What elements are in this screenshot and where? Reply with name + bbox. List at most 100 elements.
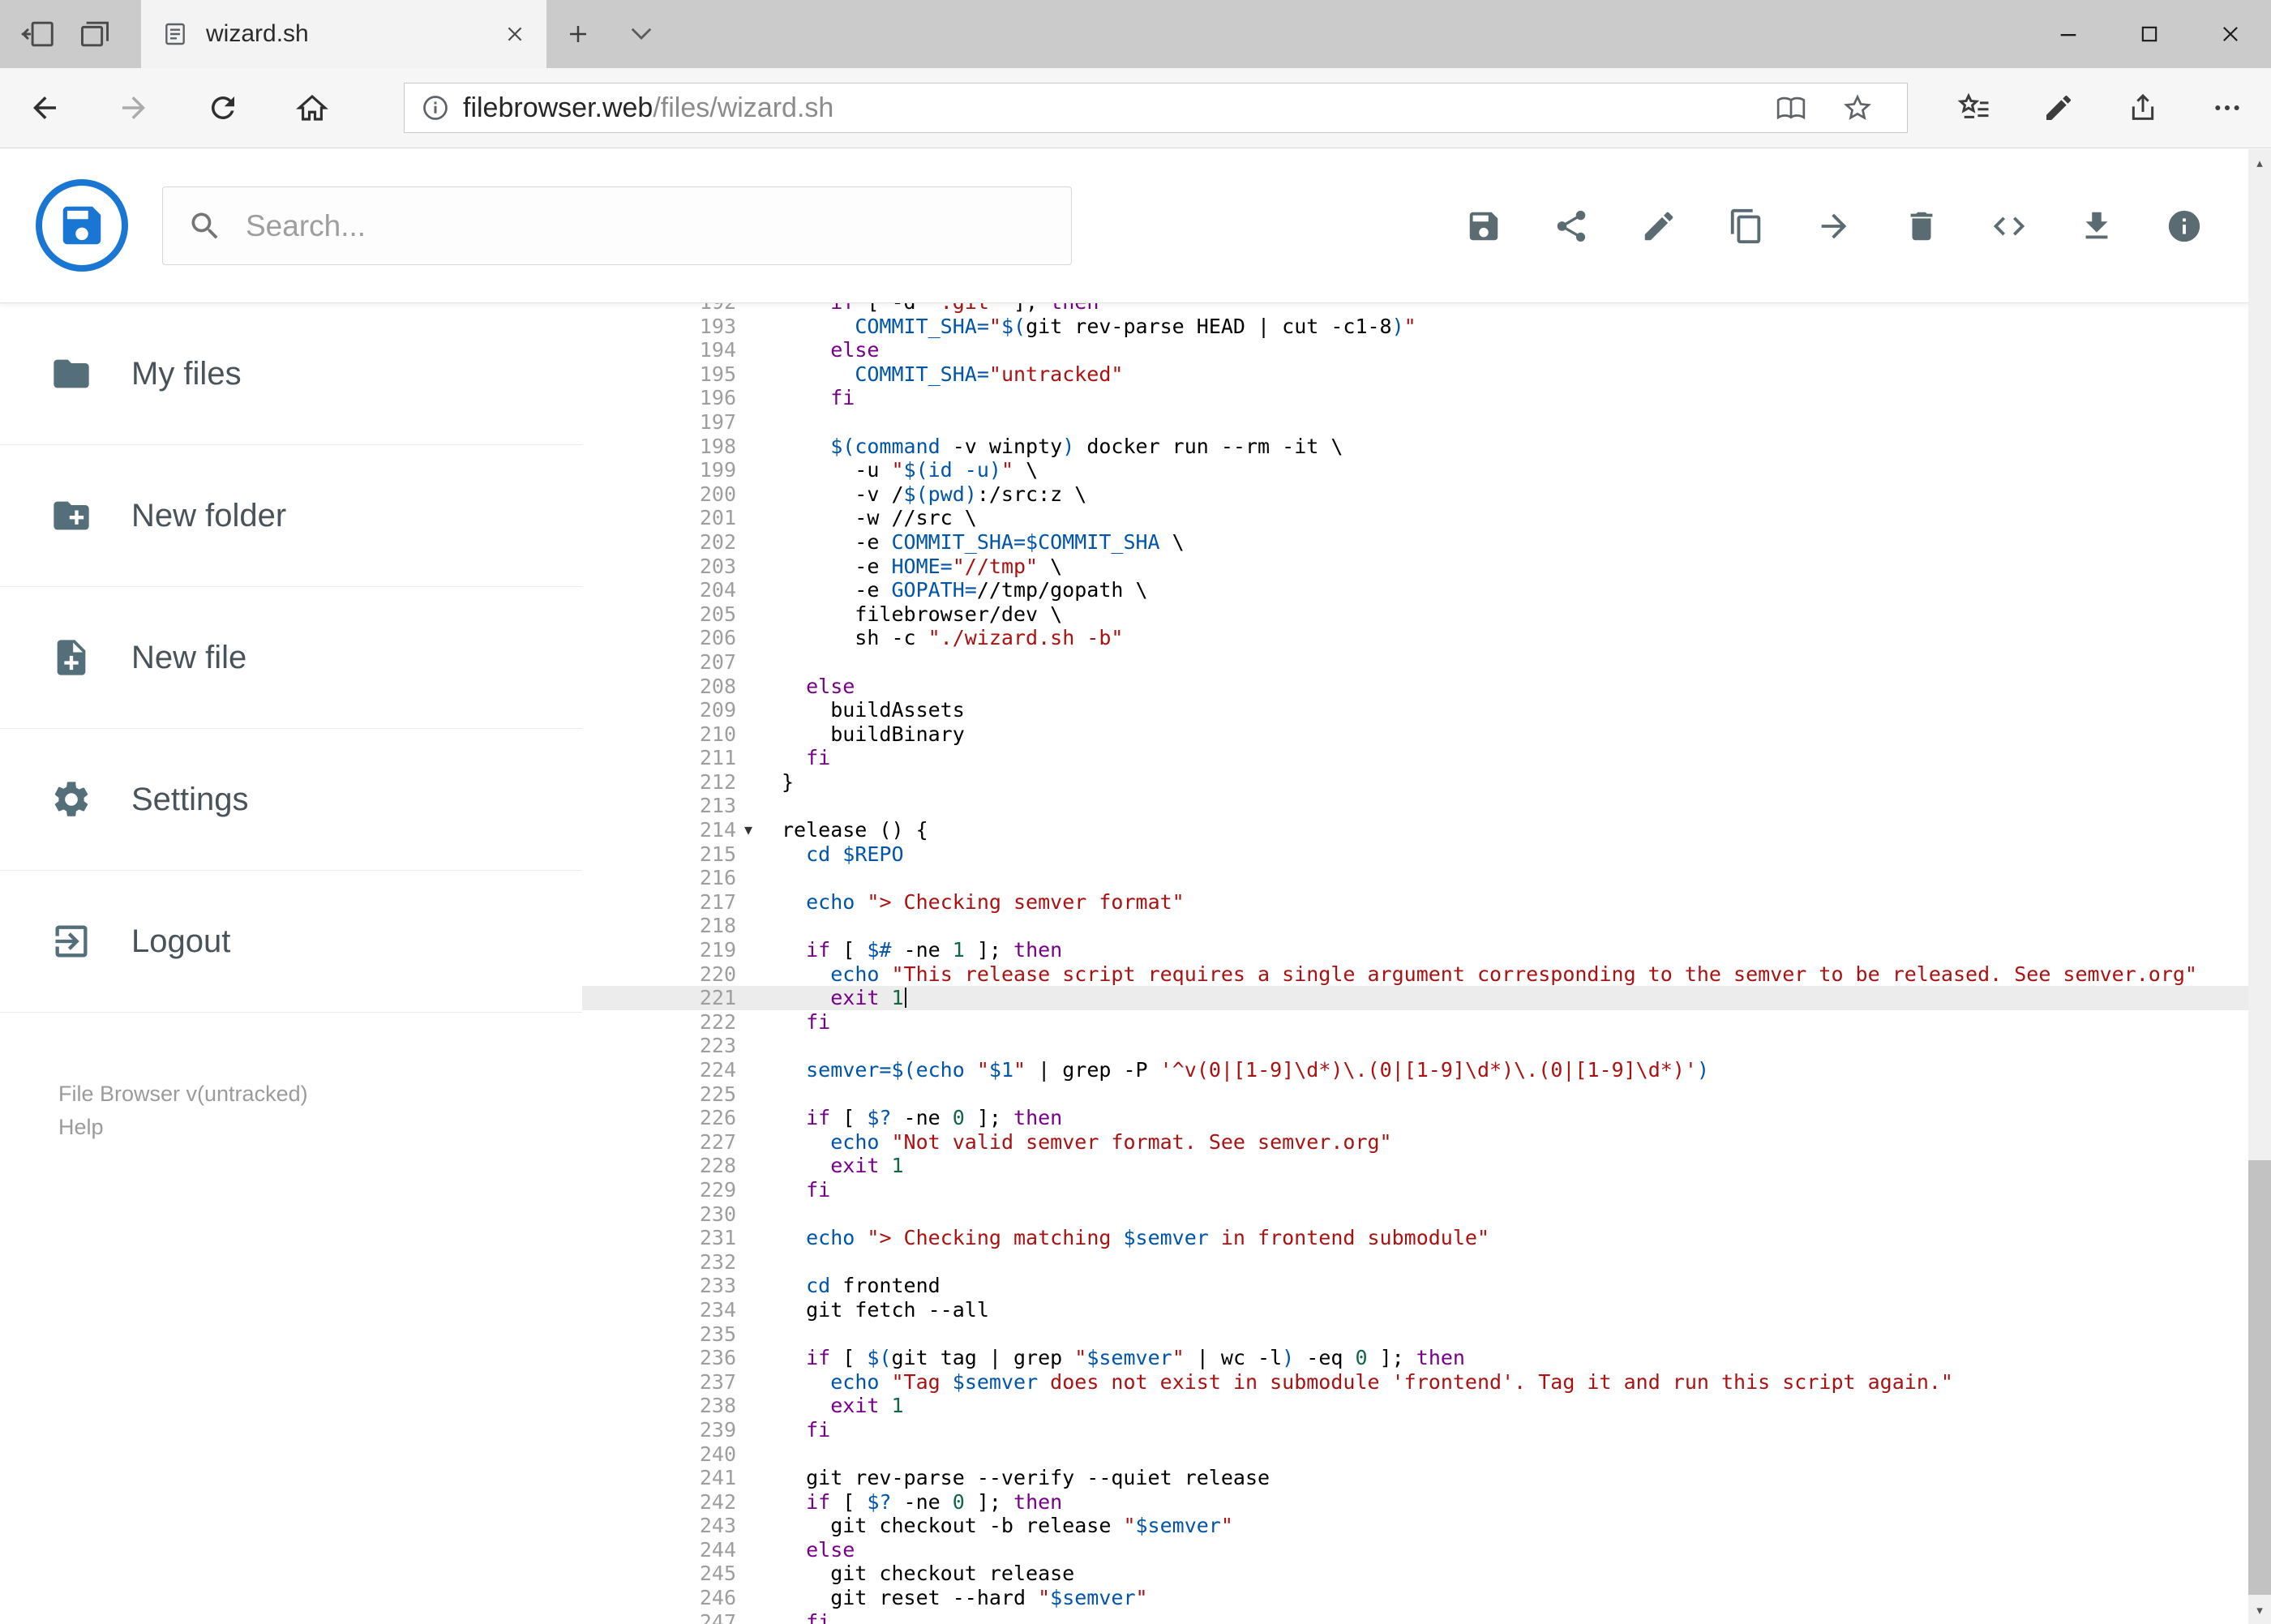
save-icon[interactable] [1465, 208, 1502, 245]
vertical-scrollbar[interactable]: ▴ ▾ [2248, 149, 2271, 1624]
page-info-icon[interactable] [421, 93, 450, 122]
code-line-220[interactable]: 220 echo "This release script requires a… [582, 962, 2248, 987]
code-line-221[interactable]: 221 exit 1 [582, 986, 2248, 1010]
scrollbar-thumb[interactable] [2248, 1160, 2271, 1595]
code-line-234[interactable]: 234 git fetch --all [582, 1298, 2248, 1322]
search-input[interactable] [246, 208, 1047, 243]
sidebar-item-settings[interactable]: Settings [0, 729, 582, 871]
fold-arrow-icon[interactable]: ▾ [736, 818, 782, 842]
code-line-231[interactable]: 231 echo "> Checking matching $semver in… [582, 1226, 2248, 1250]
code-line-198[interactable]: 198 $(command -v winpty) docker run --rm… [582, 435, 2248, 459]
code-line-236[interactable]: 236 if [ $(git tag | grep "$semver" | wc… [582, 1346, 2248, 1370]
share-icon[interactable] [2101, 91, 2185, 125]
code-line-208[interactable]: 208 else [582, 675, 2248, 699]
code-line-209[interactable]: 209 buildAssets [582, 698, 2248, 722]
code-line-195[interactable]: 195 COMMIT_SHA="untracked" [582, 362, 2248, 387]
add-favorite-star-icon[interactable] [1824, 92, 1891, 123]
favorites-hub-icon[interactable] [1932, 91, 2016, 125]
code-line-211[interactable]: 211 fi [582, 746, 2248, 770]
filebrowser-logo[interactable] [36, 179, 128, 272]
code-line-230[interactable]: 230 [582, 1202, 2248, 1227]
code-line-207[interactable]: 207 [582, 650, 2248, 675]
copy-icon[interactable] [1728, 208, 1765, 245]
code-line-205[interactable]: 205 filebrowser/dev \ [582, 602, 2248, 627]
close-window-button[interactable] [2190, 0, 2271, 68]
code-line-247[interactable]: 247 fi [582, 1610, 2248, 1624]
maximize-button[interactable] [2109, 0, 2190, 68]
code-line-200[interactable]: 200 -v /$(pwd):/src:z \ [582, 482, 2248, 507]
refresh-icon[interactable] [178, 91, 268, 125]
code-line-206[interactable]: 206 sh -c "./wizard.sh -b" [582, 626, 2248, 650]
code-line-233[interactable]: 233 cd frontend [582, 1274, 2248, 1298]
tab-preview-chevron-icon[interactable] [610, 0, 673, 68]
back-icon[interactable] [0, 91, 89, 125]
code-line-212[interactable]: 212} [582, 770, 2248, 795]
code-line-204[interactable]: 204 -e GOPATH=//tmp/gopath \ [582, 578, 2248, 602]
code-line-239[interactable]: 239 fi [582, 1418, 2248, 1442]
code-line-224[interactable]: 224 semver=$(echo "$1" | grep -P '^v(0|[… [582, 1058, 2248, 1082]
code-line-217[interactable]: 217 echo "> Checking semver format" [582, 890, 2248, 915]
code-line-227[interactable]: 227 echo "Not valid semver format. See s… [582, 1130, 2248, 1155]
source-code-icon[interactable] [1990, 208, 2028, 245]
code-line-219[interactable]: 219 if [ $# -ne 1 ]; then [582, 938, 2248, 962]
code-line-232[interactable]: 232 [582, 1250, 2248, 1275]
scroll-up-arrow-icon[interactable]: ▴ [2248, 149, 2271, 177]
code-line-196[interactable]: 196 fi [582, 386, 2248, 410]
web-note-pen-icon[interactable] [2016, 91, 2101, 125]
code-line-238[interactable]: 238 exit 1 [582, 1394, 2248, 1418]
code-line-225[interactable]: 225 [582, 1082, 2248, 1107]
tab-close-icon[interactable] [504, 24, 525, 45]
code-line-199[interactable]: 199 -u "$(id -u)" \ [582, 458, 2248, 482]
code-line-192[interactable]: 192 if [ -d ".git" ]; then [582, 303, 2248, 315]
tab-wizard-sh[interactable]: wizard.sh [141, 0, 546, 68]
edit-rename-icon[interactable] [1640, 208, 1678, 245]
code-line-241[interactable]: 241 git rev-parse --verify --quiet relea… [582, 1466, 2248, 1490]
new-tab-button[interactable] [546, 0, 610, 68]
sidebar-item-new-file[interactable]: New file [0, 587, 582, 729]
code-line-193[interactable]: 193 COMMIT_SHA="$(git rev-parse HEAD | c… [582, 315, 2248, 339]
move-icon[interactable] [1815, 208, 1853, 245]
code-line-197[interactable]: 197 [582, 410, 2248, 435]
more-options-icon[interactable] [2185, 91, 2269, 125]
code-line-222[interactable]: 222 fi [582, 1010, 2248, 1035]
code-line-214[interactable]: 214 ▾ release () { [582, 818, 2248, 842]
code-line-242[interactable]: 242 if [ $? -ne 0 ]; then [582, 1490, 2248, 1515]
download-icon[interactable] [2078, 208, 2115, 245]
code-line-202[interactable]: 202 -e COMMIT_SHA=$COMMIT_SHA \ [582, 530, 2248, 555]
delete-icon[interactable] [1903, 208, 1940, 245]
set-tabs-aside-icon[interactable] [21, 19, 55, 49]
home-icon[interactable] [268, 91, 357, 125]
code-line-210[interactable]: 210 buildBinary [582, 722, 2248, 747]
sidebar-item-my-files[interactable]: My files [0, 303, 582, 445]
scroll-down-arrow-icon[interactable]: ▾ [2248, 1596, 2271, 1624]
code-line-223[interactable]: 223 [582, 1034, 2248, 1058]
code-line-243[interactable]: 243 git checkout -b release "$semver" [582, 1514, 2248, 1538]
code-line-240[interactable]: 240 [582, 1442, 2248, 1467]
code-editor[interactable]: 192 if [ -d ".git" ]; then193 COMMIT_SHA… [582, 303, 2248, 1624]
info-icon[interactable] [2166, 208, 2203, 245]
forward-icon[interactable] [89, 91, 178, 125]
reading-view-icon[interactable] [1758, 92, 1824, 123]
code-line-194[interactable]: 194 else [582, 338, 2248, 362]
sidebar-item-logout[interactable]: Logout [0, 871, 582, 1013]
minimize-button[interactable] [2028, 0, 2109, 68]
code-line-201[interactable]: 201 -w //src \ [582, 506, 2248, 530]
code-line-218[interactable]: 218 [582, 914, 2248, 938]
tabs-set-aside-list-icon[interactable] [78, 19, 112, 49]
code-line-213[interactable]: 213 [582, 794, 2248, 818]
code-line-215[interactable]: 215 cd $REPO [582, 842, 2248, 867]
code-line-244[interactable]: 244 else [582, 1538, 2248, 1562]
help-link[interactable]: Help [58, 1111, 582, 1144]
code-line-229[interactable]: 229 fi [582, 1178, 2248, 1202]
code-line-228[interactable]: 228 exit 1 [582, 1154, 2248, 1178]
share-file-icon[interactable] [1553, 208, 1590, 245]
code-line-235[interactable]: 235 [582, 1322, 2248, 1347]
search-bar[interactable] [162, 186, 1072, 265]
code-line-245[interactable]: 245 git checkout release [582, 1562, 2248, 1586]
code-line-226[interactable]: 226 if [ $? -ne 0 ]; then [582, 1106, 2248, 1130]
code-line-216[interactable]: 216 [582, 866, 2248, 890]
sidebar-item-new-folder[interactable]: New folder [0, 445, 582, 587]
code-line-246[interactable]: 246 git reset --hard "$semver" [582, 1586, 2248, 1610]
code-line-237[interactable]: 237 echo "Tag $semver does not exist in … [582, 1370, 2248, 1395]
code-line-203[interactable]: 203 -e HOME="//tmp" \ [582, 555, 2248, 579]
